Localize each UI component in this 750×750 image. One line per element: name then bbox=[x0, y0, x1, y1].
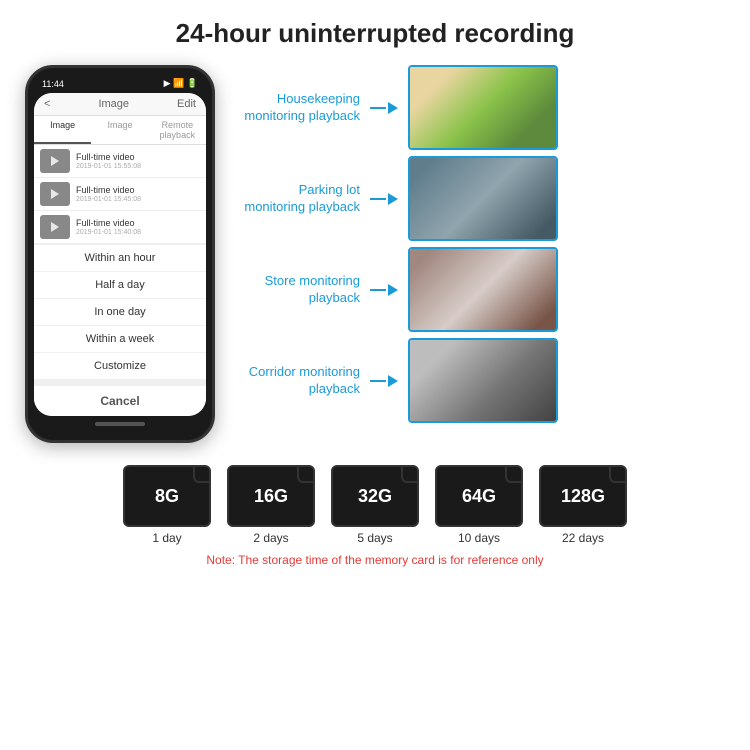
sd-label-64g: 64G bbox=[462, 486, 496, 507]
cancel-button[interactable]: Cancel bbox=[34, 380, 206, 416]
video-item-1: Full-time video 2019-01-01 15:55:08 bbox=[34, 145, 206, 178]
sd-card-32g: 32G bbox=[331, 465, 419, 527]
phone-back[interactable]: < bbox=[44, 98, 50, 110]
dropdown-one-day[interactable]: In one day bbox=[34, 299, 206, 326]
phone-tabs: Image Image Remote playback bbox=[34, 116, 206, 145]
phone-dropdown: Within an hour Half a day In one day Wit… bbox=[34, 244, 206, 416]
sd-label-8g: 8G bbox=[155, 486, 179, 507]
phone-frame: 11:44 ▶ 📶 🔋 < Image Edit Image Image Rem… bbox=[25, 65, 215, 443]
video-info-1: Full-time video 2019-01-01 15:55:08 bbox=[76, 152, 200, 170]
parking-label: Parking lotmonitoring playback bbox=[230, 182, 360, 216]
video-title-1: Full-time video bbox=[76, 152, 200, 162]
phone-home-bar bbox=[95, 422, 145, 426]
content-row: 11:44 ▶ 📶 🔋 < Image Edit Image Image Rem… bbox=[20, 65, 730, 443]
phone-time: 11:44 bbox=[42, 79, 64, 89]
corridor-img-content bbox=[410, 340, 556, 421]
dropdown-week[interactable]: Within a week bbox=[34, 326, 206, 353]
dropdown-half-day[interactable]: Half a day bbox=[34, 272, 206, 299]
housekeeping-image bbox=[408, 65, 558, 150]
arrow-corridor bbox=[370, 375, 398, 387]
store-label: Store monitoringplayback bbox=[230, 273, 360, 307]
video-thumb-2 bbox=[40, 182, 70, 206]
sd-days-16g: 2 days bbox=[253, 531, 288, 545]
page: 24-hour uninterrupted recording 11:44 ▶ … bbox=[0, 0, 750, 750]
dropdown-customize[interactable]: Customize bbox=[34, 353, 206, 380]
housekeeping-label: Housekeepingmonitoring playback bbox=[230, 91, 360, 125]
storage-note: Note: The storage time of the memory car… bbox=[206, 553, 543, 567]
sd-label-128g: 128G bbox=[561, 486, 605, 507]
sd-card-row: 8G 1 day 16G 2 days 32G 5 days 64G bbox=[123, 465, 627, 545]
tab-remote-playback[interactable]: Remote playback bbox=[149, 116, 206, 144]
video-info-2: Full-time video 2019-01-01 15:45:08 bbox=[76, 185, 200, 203]
arrow-housekeeping bbox=[370, 102, 398, 114]
arrow-store bbox=[370, 284, 398, 296]
sd-label-16g: 16G bbox=[254, 486, 288, 507]
tab-image[interactable]: Image bbox=[34, 116, 91, 144]
video-item-2: Full-time video 2019-01-01 15:45:08 bbox=[34, 178, 206, 211]
housekeeping-img-content bbox=[410, 67, 556, 148]
sd-card-8g: 8G bbox=[123, 465, 211, 527]
play-icon-3 bbox=[51, 222, 59, 232]
video-item-3: Full-time video 2019-01-01 15:40:08 bbox=[34, 211, 206, 244]
video-thumb-3 bbox=[40, 215, 70, 239]
monitoring-housekeeping: Housekeepingmonitoring playback bbox=[230, 65, 730, 150]
sd-card-section: 8G 1 day 16G 2 days 32G 5 days 64G bbox=[20, 465, 730, 567]
phone-header-edit[interactable]: Edit bbox=[177, 98, 196, 110]
corridor-label: Corridor monitoringplayback bbox=[230, 364, 360, 398]
sd-label-32g: 32G bbox=[358, 486, 392, 507]
video-date-1: 2019-01-01 15:55:08 bbox=[76, 163, 200, 170]
monitoring-section: Housekeepingmonitoring playback Parking … bbox=[230, 65, 730, 423]
phone-screen: < Image Edit Image Image Remote playback bbox=[34, 93, 206, 416]
sd-days-128g: 22 days bbox=[562, 531, 604, 545]
video-thumb-1 bbox=[40, 149, 70, 173]
phone-notch bbox=[95, 78, 145, 90]
sd-card-128g: 128G bbox=[539, 465, 627, 527]
phone-header-title: Image bbox=[98, 98, 129, 110]
sd-days-64g: 10 days bbox=[458, 531, 500, 545]
dropdown-within-hour[interactable]: Within an hour bbox=[34, 245, 206, 272]
corridor-image bbox=[408, 338, 558, 423]
phone-icons: ▶ 📶 🔋 bbox=[164, 78, 198, 89]
sd-days-32g: 5 days bbox=[357, 531, 392, 545]
play-icon-2 bbox=[51, 189, 59, 199]
store-img-content bbox=[410, 249, 556, 330]
parking-img-content bbox=[410, 158, 556, 239]
sd-card-64g: 64G bbox=[435, 465, 523, 527]
sd-days-8g: 1 day bbox=[152, 531, 181, 545]
phone-app-header: < Image Edit bbox=[34, 93, 206, 116]
video-title-2: Full-time video bbox=[76, 185, 200, 195]
video-title-3: Full-time video bbox=[76, 218, 200, 228]
store-image bbox=[408, 247, 558, 332]
monitoring-parking: Parking lotmonitoring playback bbox=[230, 156, 730, 241]
sd-32g: 32G 5 days bbox=[331, 465, 419, 545]
video-date-2: 2019-01-01 15:45:08 bbox=[76, 196, 200, 203]
video-info-3: Full-time video 2019-01-01 15:40:08 bbox=[76, 218, 200, 236]
monitoring-corridor: Corridor monitoringplayback bbox=[230, 338, 730, 423]
sd-64g: 64G 10 days bbox=[435, 465, 523, 545]
sd-8g: 8G 1 day bbox=[123, 465, 211, 545]
monitoring-store: Store monitoringplayback bbox=[230, 247, 730, 332]
sd-128g: 128G 22 days bbox=[539, 465, 627, 545]
page-title: 24-hour uninterrupted recording bbox=[176, 18, 575, 49]
tab-image2[interactable]: Image bbox=[91, 116, 148, 144]
play-icon-1 bbox=[51, 156, 59, 166]
sd-card-16g: 16G bbox=[227, 465, 315, 527]
video-date-3: 2019-01-01 15:40:08 bbox=[76, 229, 200, 236]
parking-image bbox=[408, 156, 558, 241]
phone-mockup: 11:44 ▶ 📶 🔋 < Image Edit Image Image Rem… bbox=[20, 65, 220, 443]
arrow-parking bbox=[370, 193, 398, 205]
sd-16g: 16G 2 days bbox=[227, 465, 315, 545]
